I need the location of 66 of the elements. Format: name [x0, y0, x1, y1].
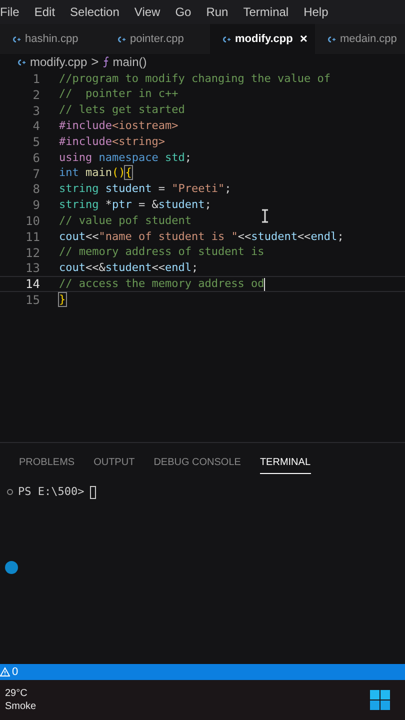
code-line: #include<string> [59, 134, 165, 150]
line-number: 2 [32, 86, 40, 104]
panel-tab[interactable]: TERMINAL [260, 455, 310, 474]
menu-item[interactable]: Terminal [243, 3, 289, 21]
warning-count[interactable]: 0 [12, 664, 18, 680]
menu-item[interactable]: Selection [70, 3, 120, 21]
line-number: 4 [32, 118, 40, 136]
breadcrumb-symbol[interactable]: main() [112, 53, 147, 71]
code-line: // memory address of student is [59, 244, 264, 260]
line-number: 1 [32, 70, 40, 88]
function-icon [102, 56, 109, 68]
close-tab-button[interactable]: × [300, 29, 308, 49]
code-line: cout<<&student<<endl; [59, 260, 198, 276]
code-line: using namespace std; [59, 150, 192, 166]
line-number: 8 [32, 181, 40, 198]
code-line: cout<<"name of student is "<<student<<endl; [59, 228, 344, 245]
menu-item[interactable]: File [0, 3, 20, 21]
editor-tab[interactable]: pointer.cpp [105, 24, 210, 54]
text-cursor [264, 278, 266, 291]
cpp-file-icon [12, 36, 21, 42]
panel-tab[interactable]: DEBUG CONSOLE [154, 455, 241, 474]
code-line: // value pof student [59, 212, 192, 229]
code-line: } [59, 292, 66, 308]
line-number: 14 [24, 276, 40, 294]
breadcrumb-separator: > [91, 53, 99, 72]
panel-tab[interactable]: OUTPUT [94, 455, 135, 474]
line-number: 6 [32, 150, 40, 167]
line-number: 10 [24, 213, 40, 230]
terminal-cursor [90, 486, 96, 499]
code-line: string *ptr = &student; [59, 197, 212, 214]
panel-tab[interactable]: PROBLEMS [19, 455, 75, 474]
code-line: #include<iostream> [59, 118, 178, 134]
menu-item[interactable]: Edit [34, 3, 56, 21]
cpp-file-icon [117, 36, 126, 42]
editor-tab[interactable]: medain.cpp [315, 24, 405, 54]
code-line: // pointer in c++ [59, 86, 178, 102]
cpp-file-icon [17, 58, 26, 66]
warning-icon[interactable] [0, 667, 10, 677]
menu-item[interactable]: Go [175, 3, 192, 21]
terminal-prompt: PS E:\500> [18, 484, 84, 500]
code-line: int main(){ [59, 165, 132, 182]
code-line: //program to modify changing the value of [59, 70, 331, 87]
editor-tab[interactable]: modify.cpp × [210, 24, 315, 54]
windows-start-icon[interactable] [370, 690, 390, 710]
line-number: 11 [24, 228, 40, 246]
code-line: // lets get started [59, 102, 185, 118]
breadcrumb-file[interactable]: modify.cpp [30, 53, 88, 71]
status-circle-icon [6, 488, 14, 496]
weather-text[interactable]: Smoke [5, 700, 36, 713]
temperature-text[interactable]: 29°C [5, 687, 36, 700]
code-line: string student = "Preeti"; [59, 181, 232, 198]
line-number: 12 [24, 244, 40, 262]
line-number: 9 [32, 197, 40, 214]
line-number: 3 [32, 102, 40, 120]
cpp-file-icon [222, 36, 231, 42]
cpp-file-icon [327, 36, 336, 42]
menu-item[interactable]: Run [206, 3, 228, 21]
menu-item[interactable]: Help [304, 3, 328, 21]
text-cursor-icon [261, 209, 269, 223]
editor-tab[interactable]: hashin.cpp [0, 24, 105, 54]
line-number: 7 [32, 166, 40, 183]
code-line: // access the memory address od [59, 276, 264, 292]
line-number: 5 [32, 134, 40, 152]
line-number: 15 [24, 292, 40, 310]
line-number: 13 [24, 260, 40, 278]
menu-item[interactable]: View [134, 3, 160, 21]
